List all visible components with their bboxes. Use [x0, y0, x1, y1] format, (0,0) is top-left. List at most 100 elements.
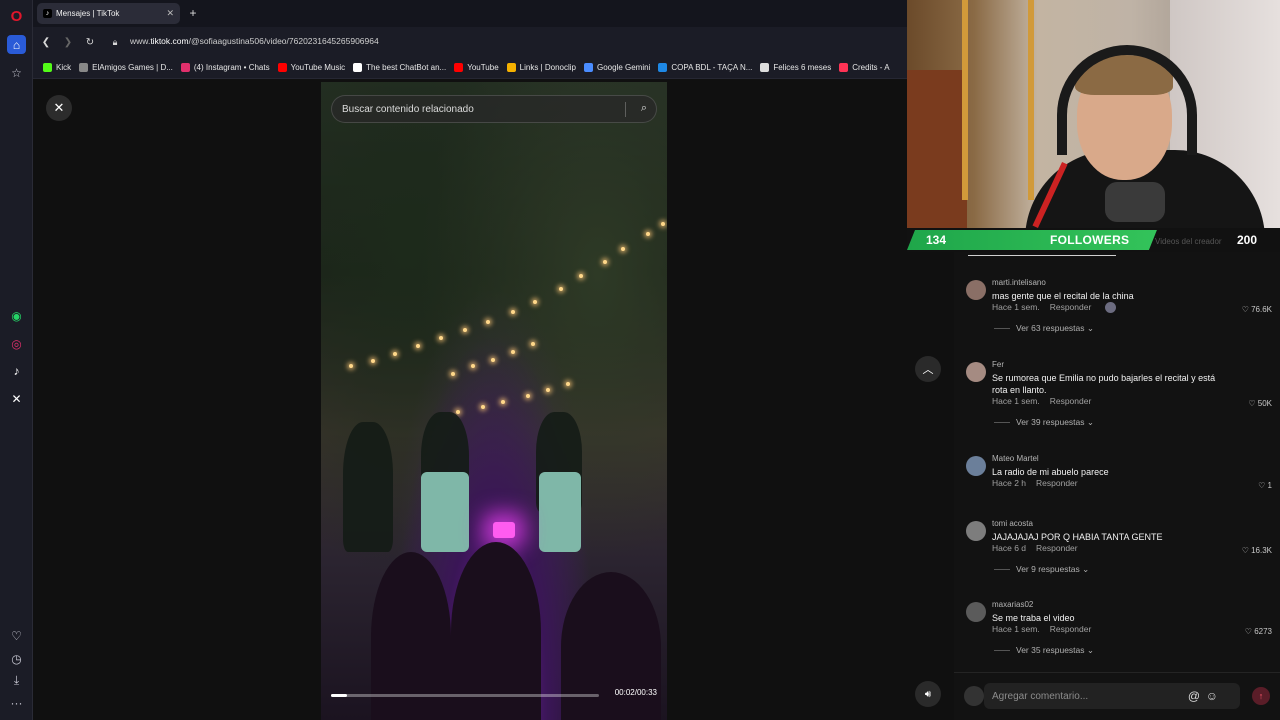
comment-username[interactable]: tomi acosta [992, 519, 1033, 528]
bookmark-favicon-icon [277, 63, 287, 72]
emoji-icon[interactable]: ☺ [1206, 689, 1218, 703]
comment-item: marti.intelisano mas gente que el recital… [966, 278, 1276, 360]
opera-logo-icon[interactable]: O [7, 7, 26, 26]
avatar[interactable] [966, 456, 986, 476]
x-icon[interactable]: ✕ [7, 389, 26, 408]
string-light [439, 336, 443, 340]
video-player[interactable]: Buscar contenido relacionado ⌕ 00:02/00:… [321, 82, 667, 720]
avatar[interactable] [966, 521, 986, 541]
back-button[interactable]: ❮ [39, 35, 53, 49]
bookmark-label: Kick [56, 63, 72, 72]
bookmark-item[interactable]: Credits - A [839, 63, 890, 72]
related-search-input[interactable]: Buscar contenido relacionado ⌕ [331, 95, 657, 123]
home-icon[interactable]: ⌂ [7, 35, 26, 54]
video-figure [539, 472, 581, 552]
string-light [393, 352, 397, 356]
like-button[interactable]: ♡ 50K [1248, 399, 1272, 408]
string-light [491, 358, 495, 362]
send-comment-button[interactable]: ↑ [1252, 687, 1270, 705]
avatar[interactable] [966, 362, 986, 382]
video-progress-bar[interactable] [331, 694, 599, 697]
comment-username[interactable]: Mateo Martel [992, 454, 1039, 463]
comment-item: Mateo Martel La radio de mi abuelo parece… [966, 454, 1276, 519]
related-search-placeholder: Buscar contenido relacionado [342, 103, 474, 115]
mention-icon[interactable]: @ [1188, 689, 1200, 703]
close-video-button[interactable]: ✕ [46, 95, 72, 121]
like-button[interactable]: ♡ 1 [1258, 481, 1272, 490]
like-button[interactable]: ♡ 6273 [1245, 627, 1272, 636]
reply-button[interactable]: Responder [1050, 624, 1092, 634]
bookmark-favicon-icon [506, 63, 516, 72]
bookmarks-bar: Kick ElAmigos Games | D... (4) Instagram •… [33, 57, 907, 79]
history-icon[interactable]: ◷ [7, 649, 26, 668]
instagram-icon[interactable]: ◎ [7, 334, 26, 353]
search-divider [625, 102, 626, 117]
comment-username[interactable]: Fer [992, 360, 1004, 369]
whatsapp-icon[interactable]: ◉ [7, 306, 26, 325]
string-light [416, 344, 420, 348]
string-light [533, 300, 537, 304]
like-button[interactable]: ♡ 16.3K [1242, 546, 1272, 555]
bookmark-item[interactable]: Kick [43, 63, 71, 72]
forward-button[interactable]: ❯ [61, 35, 75, 49]
avatar[interactable] [966, 602, 986, 622]
bookmark-item[interactable]: COPA BDL - TAÇA N... [658, 63, 752, 72]
reply-button[interactable]: Responder [1036, 478, 1078, 488]
bookmark-item[interactable]: The best ChatBot an... [353, 63, 446, 72]
like-button[interactable]: ♡ 76.6K [1242, 305, 1272, 314]
more-icon[interactable]: ··· [7, 693, 26, 712]
bookmark-favicon-icon [180, 63, 190, 72]
bookmark-item[interactable]: YouTube [454, 63, 499, 72]
string-light [531, 342, 535, 346]
comment-placeholder: Agregar comentario... [992, 690, 1089, 702]
bookmark-favicon-icon [79, 63, 89, 72]
new-tab-button[interactable]: + [186, 6, 200, 20]
bookmark-favicon-icon [658, 63, 668, 72]
tab-title: Mensajes | TikTok [56, 9, 120, 18]
bookmark-item[interactable]: YouTube Music [277, 63, 345, 72]
reply-button[interactable]: Responder [1036, 543, 1078, 553]
bookmark-item[interactable]: ElAmigos Games | D... [79, 63, 173, 72]
bookmark-item[interactable]: Felices 6 meses [760, 63, 831, 72]
view-replies-button[interactable]: Ver 35 respuestas ⌄ [994, 645, 1094, 656]
comment-username[interactable]: marti.intelisano [992, 278, 1046, 287]
comment-input[interactable]: Agregar comentario... @ ☺ [984, 683, 1240, 709]
bookmark-label: Google Gemini [596, 63, 651, 72]
previous-video-button[interactable]: ︿ [915, 356, 941, 382]
comment-time: Hace 1 sem. [992, 396, 1040, 406]
reload-button[interactable]: ↻ [83, 35, 97, 49]
string-light [456, 410, 460, 414]
bookmark-label: Felices 6 meses [773, 63, 832, 72]
url-field[interactable]: www.tiktok.com/@sofiaagustina506/video/7… [130, 36, 379, 46]
string-light [579, 274, 583, 278]
reply-button[interactable]: Responder [1050, 302, 1092, 312]
tab-tiktok[interactable]: ♪ Mensajes | TikTok ✕ [37, 3, 180, 24]
view-replies-button[interactable]: Ver 39 respuestas ⌄ [994, 417, 1094, 428]
string-light [646, 232, 650, 236]
bookmark-item[interactable]: Links | Donoclip [506, 63, 576, 72]
search-icon[interactable]: ⌕ [641, 102, 647, 115]
string-light [349, 364, 353, 368]
microphone [1105, 182, 1165, 222]
bookmark-item[interactable]: (4) Instagram • Chats [180, 63, 270, 72]
view-replies-label: Ver 39 respuestas [1016, 417, 1085, 427]
heart-icon[interactable]: ♡ [7, 626, 26, 645]
volume-button[interactable]: 🔊︎ [915, 681, 941, 707]
reply-button[interactable]: Responder [1050, 396, 1092, 406]
download-icon[interactable]: ⤓ [7, 671, 26, 690]
chevron-down-icon: ⌄ [1086, 645, 1095, 655]
view-replies-button[interactable]: Ver 63 respuestas ⌄ [994, 323, 1094, 334]
avatar[interactable] [966, 280, 986, 300]
like-count: 16.3K [1251, 546, 1272, 555]
comment-username[interactable]: maxarias02 [992, 600, 1033, 609]
comment-time: Hace 1 sem. [992, 624, 1040, 634]
star-icon[interactable]: ☆ [7, 63, 26, 82]
close-tab-icon[interactable]: ✕ [166, 8, 174, 19]
string-light [566, 382, 570, 386]
string-light [559, 287, 563, 291]
view-replies-button[interactable]: Ver 9 respuestas ⌄ [994, 564, 1089, 575]
bookmark-item[interactable]: Google Gemini [583, 63, 651, 72]
lock-icon[interactable]: 🔒︎ [108, 35, 122, 49]
stage-light [493, 522, 515, 538]
tiktok-icon[interactable]: ♪ [7, 361, 26, 380]
